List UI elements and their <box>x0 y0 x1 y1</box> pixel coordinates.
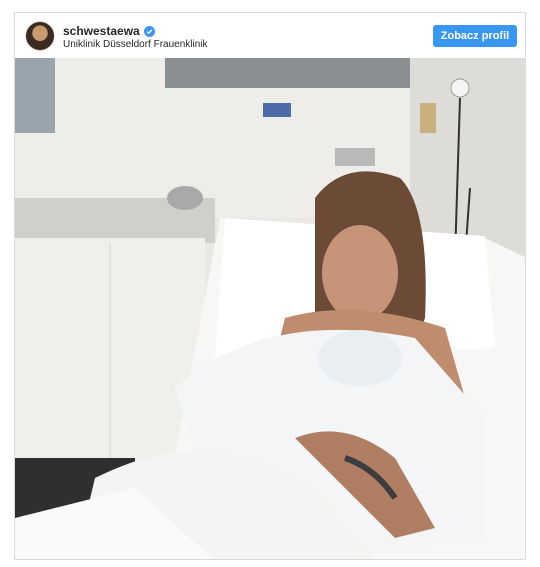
location-link[interactable]: Uniklinik Düsseldorf Frauenklinik <box>63 39 208 50</box>
view-profile-button[interactable]: Zobacz profil <box>433 25 517 47</box>
post-photo <box>15 58 525 559</box>
post-header: schwestaewa Uniklinik Düsseldorf Frauenk… <box>15 13 525 58</box>
avatar[interactable] <box>25 21 55 51</box>
username-row: schwestaewa <box>63 24 155 38</box>
username[interactable]: schwestaewa <box>63 24 140 38</box>
verified-badge-icon <box>143 25 155 37</box>
instagram-post-card: schwestaewa Uniklinik Düsseldorf Frauenk… <box>14 12 526 560</box>
